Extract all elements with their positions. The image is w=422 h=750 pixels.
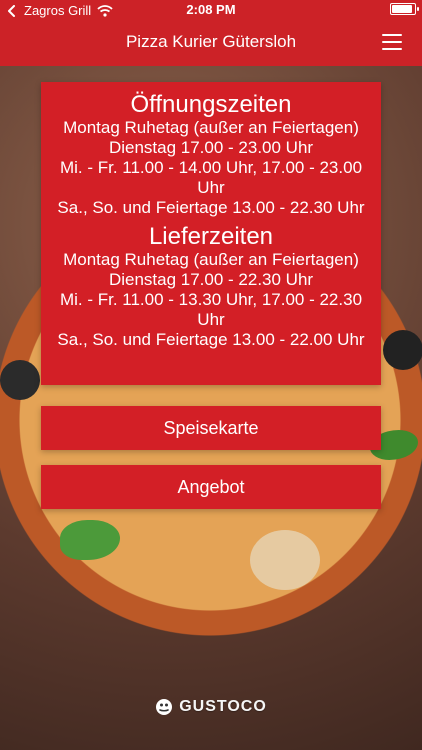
delivery-times-line: Sa., So. und Feiertage 13.00 - 22.00 Uhr — [57, 330, 365, 349]
app-nav-bar: Pizza Kurier Gütersloh — [0, 20, 422, 66]
menu-button[interactable]: Speisekarte — [41, 406, 381, 450]
delivery-times-line: Mi. - Fr. 11.00 - 13.30 Uhr, 17.00 - 22.… — [59, 290, 363, 329]
opening-hours-section: Öffnungszeiten Montag Ruhetag (außer an … — [41, 82, 381, 218]
status-time: 2:08 PM — [186, 2, 236, 17]
olive-decor — [0, 360, 40, 400]
battery-icon — [390, 3, 419, 15]
gustoco-icon — [156, 699, 173, 715]
opening-hours-line: Mi. - Fr. 11.00 - 14.00 Uhr, 17.00 - 23.… — [59, 158, 363, 197]
opening-hours-line: Montag Ruhetag (außer an Feiertagen) — [63, 118, 359, 137]
opening-hours-line: Dienstag 17.00 - 23.00 Uhr — [108, 138, 314, 157]
delivery-times-title: Lieferzeiten — [148, 223, 274, 250]
status-bar: Zagros Grill 2:08 PM — [0, 0, 422, 20]
hamburger-menu-icon[interactable] — [382, 32, 402, 52]
delivery-times-line: Dienstag 17.00 - 22.30 Uhr — [108, 270, 314, 289]
delivery-times-section: Lieferzeiten Montag Ruhetag (außer an Fe… — [41, 218, 381, 350]
offer-button[interactable]: Angebot — [41, 465, 381, 509]
opening-hours-title: Öffnungszeiten — [130, 91, 292, 118]
opening-hours-line: Sa., So. und Feiertage 13.00 - 22.30 Uhr — [57, 198, 365, 217]
mushroom-decor — [250, 530, 320, 590]
gustoco-brand: GUSTOCO — [0, 698, 422, 716]
delivery-times-line: Montag Ruhetag (außer an Feiertagen) — [63, 250, 359, 269]
app-title: Pizza Kurier Gütersloh — [125, 32, 297, 51]
olive-decor — [383, 330, 422, 370]
status-right — [390, 3, 419, 15]
brand-name: GUSTOCO — [179, 698, 267, 715]
hours-card: Öffnungszeiten Montag Ruhetag (außer an … — [41, 82, 381, 385]
